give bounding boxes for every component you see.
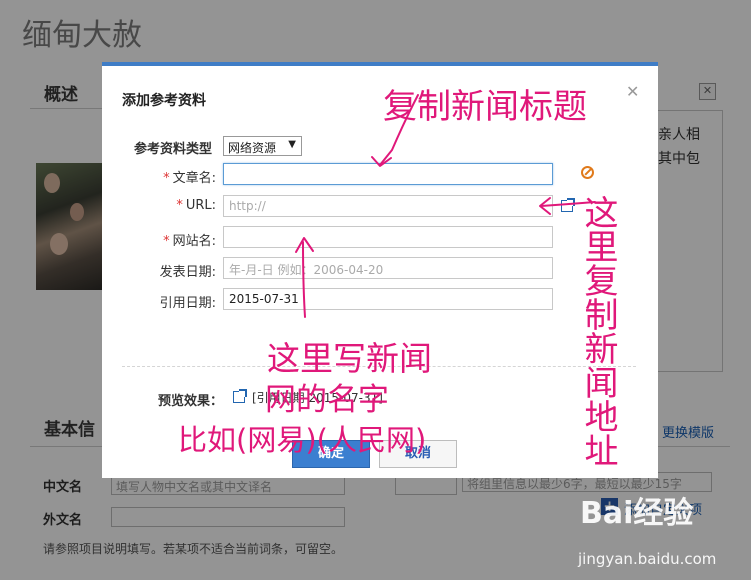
chevron-down-icon: ▼ bbox=[288, 139, 296, 150]
site-name-label: * 网站名: bbox=[163, 234, 216, 249]
publish-date-input[interactable]: 年-月-日 例如：2006-04-20 bbox=[223, 257, 553, 279]
reference-type-select[interactable]: 网络资源 ▼ bbox=[223, 136, 302, 156]
site-name-input[interactable] bbox=[223, 226, 553, 248]
url-input[interactable]: http:// bbox=[223, 195, 553, 217]
publish-date-label: 发表日期: bbox=[159, 265, 216, 280]
add-reference-dialog: 添加参考资料 ✕ 参考资料类型 网络资源 ▼ * 文章名: * URL: http:… bbox=[102, 62, 658, 478]
article-name-input[interactable] bbox=[223, 163, 553, 185]
preview-text: [引用日期 2015-07-31] bbox=[252, 391, 383, 405]
cite-date-input[interactable]: 2015-07-31 bbox=[223, 288, 553, 310]
article-name-label: * 文章名: bbox=[163, 171, 216, 186]
watermark-brand: Bai经验 bbox=[580, 496, 694, 531]
required-mark: * bbox=[163, 234, 170, 249]
external-link-icon bbox=[233, 389, 247, 403]
reference-type-value: 网络资源 bbox=[228, 141, 277, 155]
cite-date-label: 引用日期: bbox=[159, 296, 216, 311]
url-label: * URL: bbox=[176, 198, 216, 213]
preview-label: 预览效果： bbox=[158, 394, 224, 409]
watermark-url: jingyan.baidu.com bbox=[578, 550, 717, 568]
cancel-button[interactable]: 取消 bbox=[379, 440, 457, 468]
no-entry-icon bbox=[581, 166, 594, 179]
reference-type-label: 参考资料类型 bbox=[133, 142, 212, 157]
confirm-button[interactable]: 确定 bbox=[292, 440, 370, 468]
external-link-icon[interactable] bbox=[561, 198, 575, 212]
dialog-close-icon[interactable]: ✕ bbox=[626, 82, 639, 101]
required-mark: * bbox=[176, 198, 183, 213]
dialog-title: 添加参考资料 bbox=[122, 93, 206, 109]
required-mark: * bbox=[163, 171, 170, 186]
dialog-divider bbox=[122, 366, 636, 367]
